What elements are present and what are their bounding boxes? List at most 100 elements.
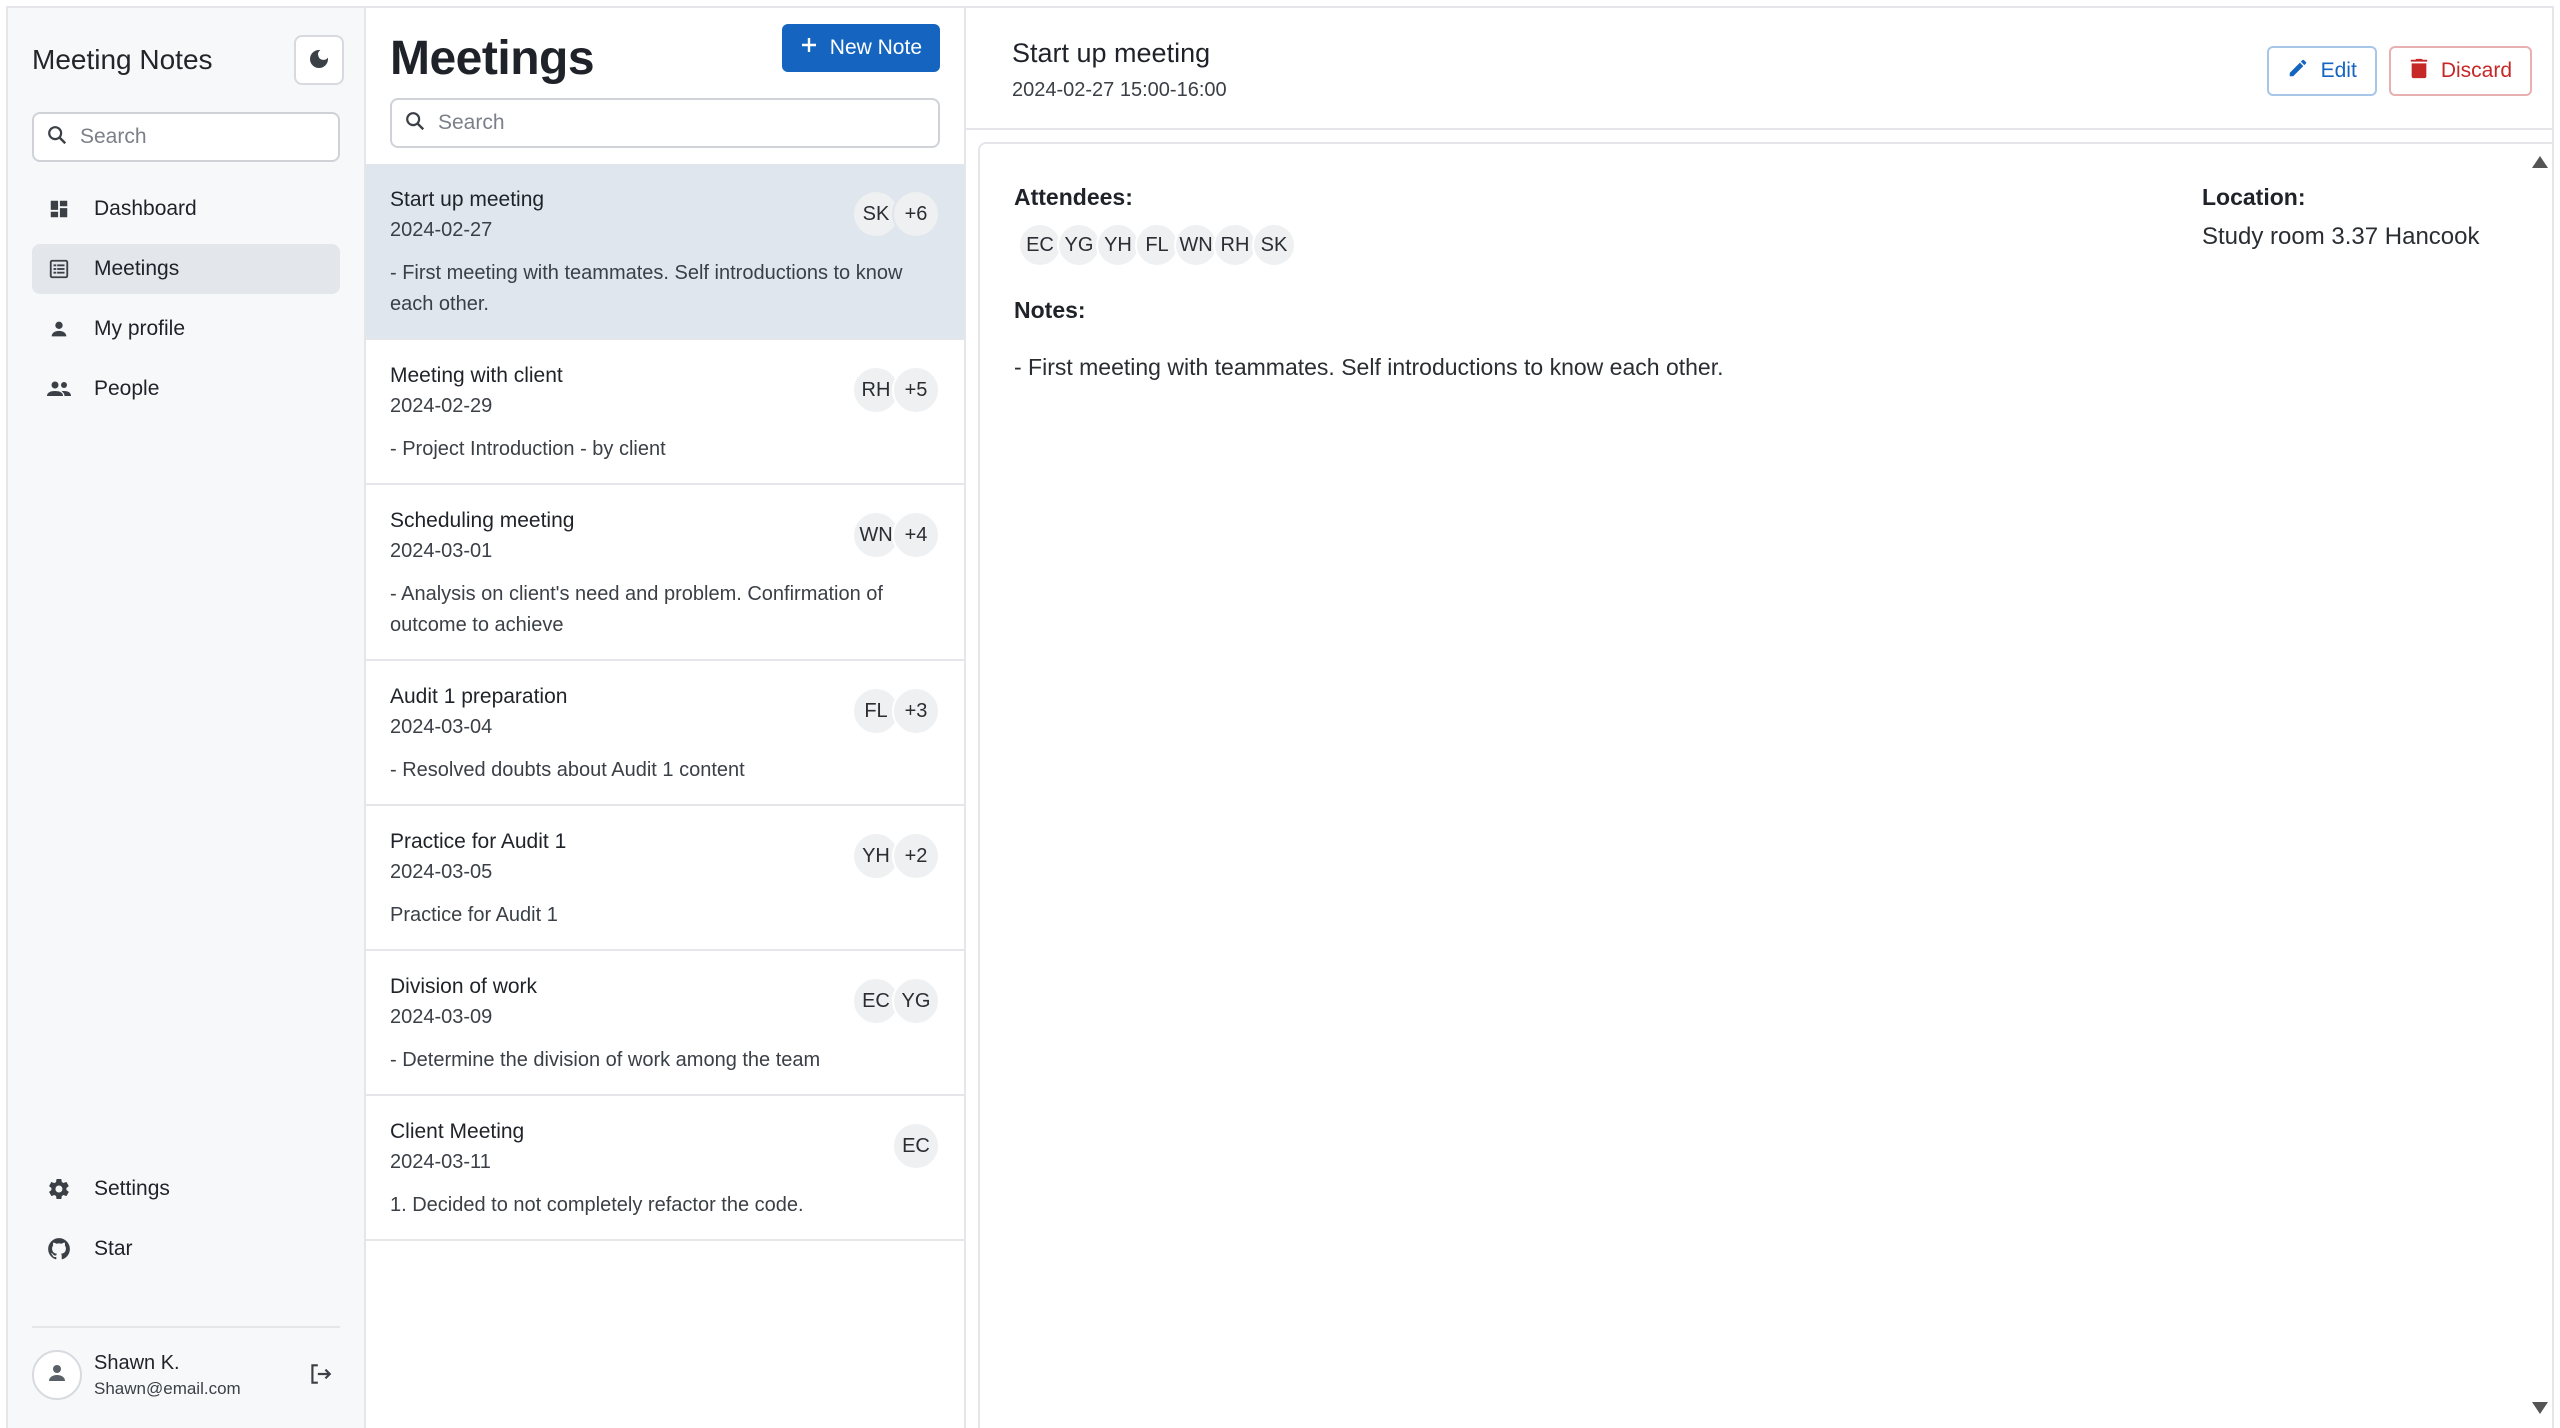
sidebar-item-my-profile[interactable]: My profile: [32, 304, 340, 354]
attendee-more-chip: +2: [892, 832, 940, 880]
moon-icon: [307, 47, 331, 74]
sidebar-item-people[interactable]: People: [32, 364, 340, 414]
github-icon: [46, 1236, 72, 1262]
sidebar-item-meetings[interactable]: Meetings: [32, 244, 340, 294]
meeting-title: Client Meeting: [390, 1120, 525, 1143]
discard-label: Discard: [2440, 59, 2512, 82]
meeting-desc: - Analysis on client's need and problem.…: [390, 583, 883, 636]
meetings-search-input[interactable]: [438, 111, 926, 135]
sidebar-item-label: Dashboard: [94, 197, 197, 220]
discard-button[interactable]: Discard: [2388, 46, 2532, 96]
scroll-down-arrow[interactable]: [2532, 1402, 2548, 1414]
attendee-chip: SK: [1252, 223, 1296, 267]
attendee-chips: FL +3: [852, 687, 940, 735]
location-label: Location:: [2202, 184, 2306, 210]
attendee-chips: RH +5: [852, 366, 940, 414]
person-icon: [45, 1361, 69, 1390]
sidebar-bottom-nav: Settings Star: [32, 1164, 340, 1284]
detail-header: Start up meeting 2024-02-27 15:00-16:00 …: [966, 8, 2552, 130]
meeting-desc: - Resolved doubts about Audit 1 content: [390, 759, 745, 781]
list-item[interactable]: Practice for Audit 1 2024-03-05 Practice…: [366, 806, 964, 951]
dashboard-icon: [46, 196, 72, 222]
attendee-chip: YG: [1057, 223, 1101, 267]
location-value: Study room 3.37 Hancook: [2202, 223, 2480, 250]
trash-icon: [2409, 57, 2429, 85]
list-item[interactable]: Client Meeting 2024-03-11 1. Decided to …: [366, 1096, 964, 1241]
user-profile: Shawn K. Shawn@email.com: [32, 1350, 340, 1400]
sidebar-search-input[interactable]: [80, 125, 351, 149]
sidebar-item-label: Star: [94, 1237, 133, 1260]
meetings-search[interactable]: [390, 98, 940, 148]
search-icon: [46, 124, 68, 151]
list-item[interactable]: Audit 1 preparation 2024-03-04 - Resolve…: [366, 661, 964, 806]
meeting-desc: - Project Introduction - by client: [390, 438, 666, 460]
attendee-chips: YH +2: [852, 832, 940, 880]
avatar[interactable]: [32, 1350, 82, 1400]
app-title: Meeting Notes: [32, 44, 213, 75]
sidebar-divider: [32, 1326, 340, 1328]
sidebar-item-star[interactable]: Star: [32, 1224, 340, 1274]
edit-button[interactable]: Edit: [2266, 46, 2377, 96]
meetings-list-pane: Meetings New Note Start up meeting 2024-…: [366, 8, 966, 1428]
sidebar-item-label: Meetings: [94, 257, 180, 280]
sidebar-item-dashboard[interactable]: Dashboard: [32, 184, 340, 234]
attendee-chips: SK +6: [852, 190, 940, 238]
attendee-chips: EC: [892, 1122, 940, 1170]
meeting-desc: - Determine the division of work among t…: [390, 1049, 821, 1071]
user-email: Shawn@email.com: [94, 1378, 241, 1398]
gear-icon: [46, 1176, 72, 1202]
attendee-chip: FL: [1135, 223, 1179, 267]
attendee-more-chip: +3: [892, 687, 940, 735]
sidebar-item-label: My profile: [94, 317, 186, 340]
logout-button[interactable]: [300, 1355, 340, 1395]
attendee-more-chip: +5: [892, 366, 940, 414]
meeting-desc: - First meeting with teammates. Self int…: [390, 262, 903, 315]
meeting-desc: Practice for Audit 1: [390, 904, 558, 926]
plus-icon: [800, 36, 818, 60]
list-icon: [46, 256, 72, 282]
meeting-date: 2024-03-11: [390, 1151, 491, 1173]
attendee-chips: EC YG: [852, 977, 940, 1025]
attendee-more-chip: +6: [892, 190, 940, 238]
scroll-up-arrow[interactable]: [2532, 156, 2548, 168]
sidebar: Meeting Notes Dashboard: [8, 8, 366, 1428]
sidebar-search[interactable]: [32, 112, 351, 162]
list-item[interactable]: Meeting with client 2024-02-29 - Project…: [366, 340, 964, 485]
detail-actions: Edit Discard: [2266, 46, 2532, 96]
new-note-button[interactable]: New Note: [781, 24, 940, 72]
attendee-chip: WN: [1174, 223, 1218, 267]
user-name: Shawn K.: [94, 1351, 180, 1374]
logout-icon: [307, 1361, 333, 1390]
page-title: Meetings: [390, 31, 595, 85]
sidebar-item-settings[interactable]: Settings: [32, 1164, 340, 1214]
attendee-chip: YG: [892, 977, 940, 1025]
sidebar-item-label: Settings: [94, 1177, 170, 1200]
person-icon: [46, 316, 72, 342]
user-info: Shawn K. Shawn@email.com: [94, 1352, 288, 1399]
edit-label: Edit: [2320, 59, 2357, 82]
list-item[interactable]: Start up meeting 2024-02-27 - First meet…: [366, 164, 964, 340]
meeting-desc: 1. Decided to not completely refactor th…: [390, 1194, 804, 1216]
notes-text: - First meeting with teammates. Self int…: [1014, 354, 1724, 380]
attendee-chip: EC: [892, 1122, 940, 1170]
theme-toggle-button[interactable]: [294, 35, 344, 85]
search-icon: [404, 110, 426, 137]
list-item[interactable]: Scheduling meeting 2024-03-01 - Analysis…: [366, 485, 964, 661]
list-item[interactable]: Division of work 2024-03-09 - Determine …: [366, 951, 964, 1096]
sidebar-header: Meeting Notes: [32, 8, 344, 112]
attendee-chip: EC: [1018, 223, 1062, 267]
new-note-label: New Note: [829, 36, 922, 59]
sidebar-nav: Dashboard Meetings My profile People: [32, 184, 340, 414]
attendee-chip: RH: [1213, 223, 1257, 267]
meeting-list: Start up meeting 2024-02-27 - First meet…: [366, 164, 964, 1241]
attendee-chips: WN +4: [852, 511, 940, 559]
list-header: Meetings New Note: [366, 8, 964, 108]
sidebar-item-label: People: [94, 377, 160, 400]
detail-body: Attendees: EC YG YH FL WN RH SK Notes: -…: [978, 142, 2552, 1428]
notes-label: Notes:: [1014, 297, 1086, 323]
attendee-chip: YH: [1096, 223, 1140, 267]
attendee-more-chip: +4: [892, 511, 940, 559]
people-icon: [46, 376, 72, 402]
location-block: Location: Study room 3.37 Hancook: [2202, 184, 2492, 251]
meeting-detail-pane: Start up meeting 2024-02-27 15:00-16:00 …: [966, 8, 2552, 1428]
